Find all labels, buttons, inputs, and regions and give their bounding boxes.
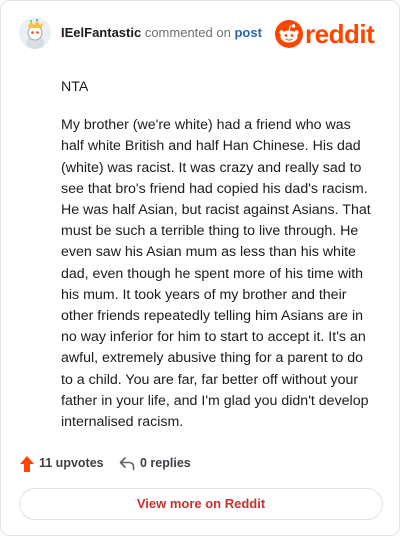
reply-arrow-icon[interactable] — [119, 456, 135, 471]
comment-body: NTA My brother (we're white) had a frien… — [61, 77, 375, 433]
reddit-wordmark: reddit — [305, 19, 375, 49]
reddit-logo[interactable]: reddit — [275, 17, 383, 51]
comment-header: IEelFantastic commented on post reddit — [19, 17, 383, 51]
avatar[interactable] — [19, 17, 51, 49]
comment-meta: IEelFantastic commented on post — [61, 25, 262, 40]
post-link[interactable]: post — [234, 25, 261, 40]
comment-text: My brother (we're white) had a friend wh… — [61, 117, 371, 431]
upvote-arrow-icon[interactable] — [19, 455, 35, 473]
comment-footer: 11 upvotes 0 replies — [19, 453, 379, 475]
author-name[interactable]: IEelFantastic — [61, 25, 141, 40]
action-text: commented on — [144, 25, 231, 40]
embedded-comment-card: IEelFantastic commented on post reddit N… — [0, 0, 400, 536]
reply-count: 0 replies — [140, 456, 191, 470]
comment-verdict: NTA — [61, 79, 89, 95]
reddit-alien-icon — [275, 20, 303, 48]
view-more-button[interactable]: View more on Reddit — [19, 488, 383, 520]
upvote-count: 11 upvotes — [39, 456, 104, 470]
